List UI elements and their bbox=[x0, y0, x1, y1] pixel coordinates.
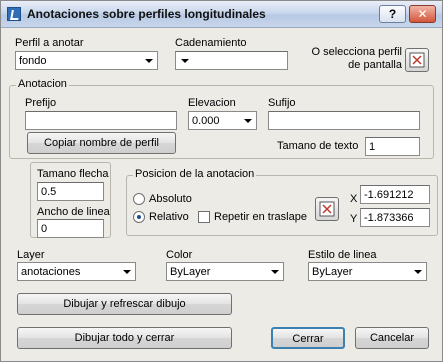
y-label: Y bbox=[350, 213, 358, 225]
prefijo-label: Prefijo bbox=[25, 97, 57, 109]
line-style-select[interactable]: ByLayer bbox=[308, 262, 427, 281]
relativo-radio[interactable] bbox=[133, 211, 145, 223]
perfil-select-value: fondo bbox=[19, 55, 47, 67]
window-title: Anotaciones sobre perfiles longitudinale… bbox=[27, 7, 266, 21]
close-window-button[interactable]: ✕ bbox=[409, 5, 436, 23]
x-label: X bbox=[350, 193, 358, 205]
pick-cursor-icon bbox=[409, 52, 425, 68]
repetir-label: Repetir en traslape bbox=[214, 211, 307, 223]
chevron-down-icon bbox=[244, 119, 252, 123]
anotacion-group-label: Anotacion bbox=[16, 78, 69, 90]
chevron-down-icon bbox=[181, 59, 189, 63]
y-input[interactable]: -1.873366 bbox=[360, 208, 430, 227]
position-group-label: Posicion de la anotacion bbox=[133, 168, 257, 180]
relativo-label: Relativo bbox=[149, 211, 189, 223]
line-style-label: Estilo de linea bbox=[308, 249, 377, 261]
select-perfil-label: O selecciona perfil de pantalla bbox=[311, 46, 403, 71]
text-size-label: Tamano de texto bbox=[277, 140, 359, 152]
layer-select-value: anotaciones bbox=[21, 266, 81, 278]
cadenamiento-label: Cadenamiento bbox=[175, 37, 247, 49]
absoluto-label: Absoluto bbox=[149, 193, 192, 205]
app-icon bbox=[7, 7, 21, 21]
copy-profile-name-button[interactable]: Copiar nombre de perfil bbox=[27, 132, 176, 154]
cadenamiento-input[interactable] bbox=[175, 51, 288, 70]
chevron-down-icon bbox=[145, 59, 153, 63]
chevron-down-icon bbox=[123, 270, 131, 274]
perfil-label: Perfil a anotar bbox=[15, 37, 84, 49]
elevacion-select-value: 0.000 bbox=[192, 115, 220, 127]
draw-all-close-button[interactable]: Dibujar todo y cerrar bbox=[17, 327, 232, 349]
help-button[interactable]: ? bbox=[379, 5, 406, 23]
draw-refresh-button[interactable]: Dibujar y refrescar dibujo bbox=[17, 293, 232, 315]
sufijo-label: Sufijo bbox=[268, 97, 296, 109]
sufijo-input[interactable] bbox=[268, 111, 420, 130]
chevron-down-icon bbox=[271, 270, 279, 274]
line-width-input[interactable]: 0 bbox=[37, 219, 104, 238]
chevron-down-icon bbox=[414, 270, 422, 274]
line-width-label: Ancho de linea bbox=[37, 206, 110, 218]
arrow-size-label: Tamano flecha bbox=[37, 168, 109, 180]
elevacion-select[interactable]: 0.000 bbox=[188, 111, 257, 130]
perfil-select[interactable]: fondo bbox=[15, 51, 158, 70]
layer-select[interactable]: anotaciones bbox=[17, 262, 136, 281]
line-style-select-value: ByLayer bbox=[312, 266, 353, 278]
elevacion-label: Elevacion bbox=[188, 97, 236, 109]
title-bar: Anotaciones sobre perfiles longitudinale… bbox=[1, 1, 442, 28]
close-button[interactable]: Cerrar bbox=[271, 327, 345, 349]
x-input[interactable]: -1.691212 bbox=[360, 185, 430, 204]
color-select-value: ByLayer bbox=[170, 266, 211, 278]
arrow-size-input[interactable]: 0.5 bbox=[37, 182, 104, 201]
pick-position-button[interactable] bbox=[315, 197, 339, 221]
prefijo-input[interactable] bbox=[25, 111, 177, 130]
repetir-checkbox[interactable] bbox=[198, 211, 210, 223]
pick-cursor-icon bbox=[319, 201, 335, 217]
absoluto-radio[interactable] bbox=[133, 193, 145, 205]
dialog-window: Anotaciones sobre perfiles longitudinale… bbox=[0, 0, 443, 362]
cancel-button[interactable]: Cancelar bbox=[355, 327, 429, 349]
pick-profile-button[interactable] bbox=[405, 48, 429, 72]
color-select[interactable]: ByLayer bbox=[166, 262, 284, 281]
layer-label: Layer bbox=[17, 249, 45, 261]
text-size-input[interactable]: 1 bbox=[365, 137, 420, 156]
color-label: Color bbox=[166, 249, 193, 261]
